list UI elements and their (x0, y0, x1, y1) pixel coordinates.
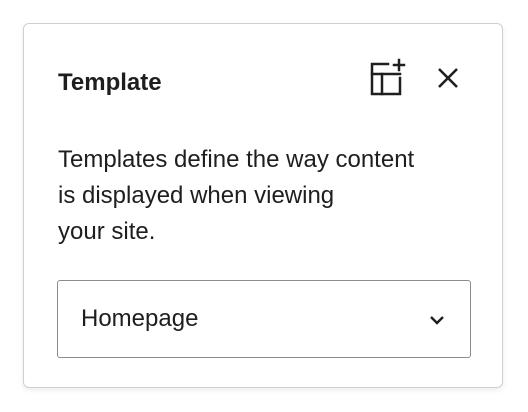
template-select-value: Homepage (81, 305, 199, 332)
description-line: your site. (58, 218, 156, 245)
add-template-button[interactable] (364, 58, 408, 102)
template-select[interactable]: Homepage (57, 280, 471, 358)
description-line: is displayed when viewing (58, 182, 335, 209)
close-icon (435, 65, 461, 96)
add-template-icon (366, 58, 406, 103)
template-description: Templates define the way content is disp… (58, 142, 478, 250)
chevron-down-icon (424, 307, 450, 333)
close-button[interactable] (426, 58, 470, 102)
template-panel: Template Templates define the way conten… (23, 23, 503, 388)
panel-title: Template (58, 69, 162, 96)
description-line: Templates define the way content (58, 146, 415, 173)
panel-header: Template (24, 24, 502, 140)
